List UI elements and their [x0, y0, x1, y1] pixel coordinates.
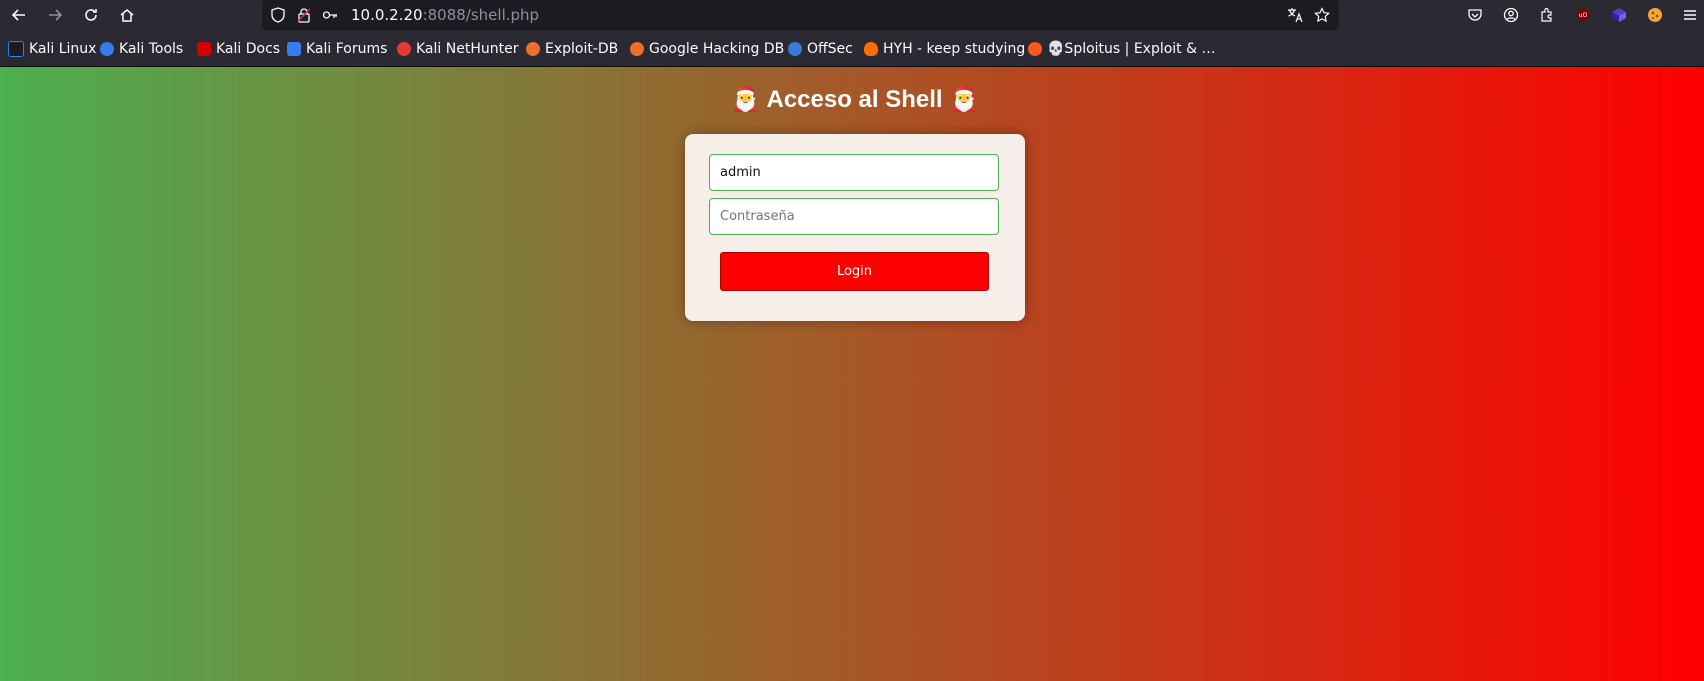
- kali-tools-icon: [100, 42, 114, 56]
- fire-icon: [864, 42, 878, 56]
- bookmark-label: Kali Forums: [306, 41, 388, 57]
- password-field[interactable]: [709, 198, 999, 235]
- bookmark-label: Kali NetHunter: [416, 41, 519, 57]
- bookmark-label: 💀Sploitus | Exploit & …: [1047, 41, 1216, 57]
- forward-icon[interactable]: [40, 0, 70, 30]
- page-content: 🎅 Acceso al Shell 🎅 Login: [0, 67, 1704, 681]
- account-icon[interactable]: [1503, 7, 1519, 23]
- login-button[interactable]: Login: [720, 252, 989, 291]
- bookmark-star-icon[interactable]: [1314, 7, 1330, 23]
- bookmark-label: OffSec: [807, 41, 853, 57]
- bookmark-google-hacking-db[interactable]: Google Hacking DB: [630, 40, 784, 58]
- ghdb-icon: [630, 42, 644, 56]
- bookmark-offsec[interactable]: OffSec: [788, 40, 853, 58]
- bookmark-hyh[interactable]: HYH - keep studying: [864, 40, 1025, 58]
- login-card: Login: [685, 134, 1025, 321]
- bookmark-label: Kali Docs: [216, 41, 281, 57]
- bookmark-kali-tools[interactable]: Kali Tools: [100, 40, 183, 58]
- key-icon[interactable]: [322, 7, 338, 23]
- bookmark-label: Kali Tools: [119, 41, 184, 57]
- bookmark-sploitus[interactable]: 💀Sploitus | Exploit & …: [1028, 40, 1216, 58]
- cookie-extension-icon[interactable]: [1647, 7, 1663, 23]
- bookmark-kali-docs[interactable]: Kali Docs: [197, 40, 280, 58]
- offsec-icon: [788, 42, 802, 56]
- skull-icon: [1028, 42, 1042, 56]
- nethunter-icon: [397, 42, 411, 56]
- kali-dragon-icon: [8, 41, 24, 57]
- back-icon[interactable]: [4, 0, 34, 30]
- exploit-db-icon: [526, 42, 540, 56]
- bookmark-label: HYH - keep studying: [883, 41, 1026, 57]
- kali-docs-icon: [197, 42, 211, 56]
- cube-extension-icon[interactable]: [1611, 7, 1627, 23]
- pocket-icon[interactable]: [1467, 7, 1483, 23]
- page-title: 🎅 Acceso al Shell 🎅: [730, 86, 980, 113]
- browser-window: 10.0.2.20:8088/shell.php uO Kali Linux K…: [0, 0, 1704, 681]
- svg-text:uO: uO: [1579, 12, 1588, 19]
- url-bar[interactable]: 10.0.2.20:8088/shell.php: [262, 0, 1339, 30]
- home-icon[interactable]: [112, 0, 142, 30]
- url-path: :8088/shell.php: [422, 6, 540, 24]
- bookmark-kali-forums[interactable]: Kali Forums: [287, 40, 387, 58]
- url-host: 10.0.2.20: [351, 6, 423, 24]
- bookmark-exploit-db[interactable]: Exploit-DB: [526, 40, 618, 58]
- menu-icon[interactable]: [1682, 7, 1698, 23]
- bookmarks-toolbar: Kali Linux Kali Tools Kali Docs Kali For…: [0, 30, 1704, 67]
- username-field[interactable]: [709, 154, 999, 191]
- shield-icon[interactable]: [270, 7, 286, 23]
- ublock-icon[interactable]: uO: [1575, 7, 1591, 23]
- translate-icon[interactable]: [1287, 7, 1303, 23]
- bookmark-label: Google Hacking DB: [649, 41, 785, 57]
- url-text[interactable]: 10.0.2.20:8088/shell.php: [351, 6, 539, 24]
- bookmark-label: Exploit-DB: [545, 41, 619, 57]
- kali-forums-icon: [287, 42, 301, 56]
- bookmark-kali-linux[interactable]: Kali Linux: [8, 40, 96, 58]
- bookmark-label: Kali Linux: [29, 41, 97, 57]
- reload-icon[interactable]: [76, 0, 106, 30]
- bookmark-kali-nethunter[interactable]: Kali NetHunter: [397, 40, 518, 58]
- insecure-lock-icon[interactable]: [296, 7, 312, 23]
- navigation-toolbar: 10.0.2.20:8088/shell.php uO: [0, 0, 1704, 30]
- extensions-icon[interactable]: [1539, 7, 1555, 23]
